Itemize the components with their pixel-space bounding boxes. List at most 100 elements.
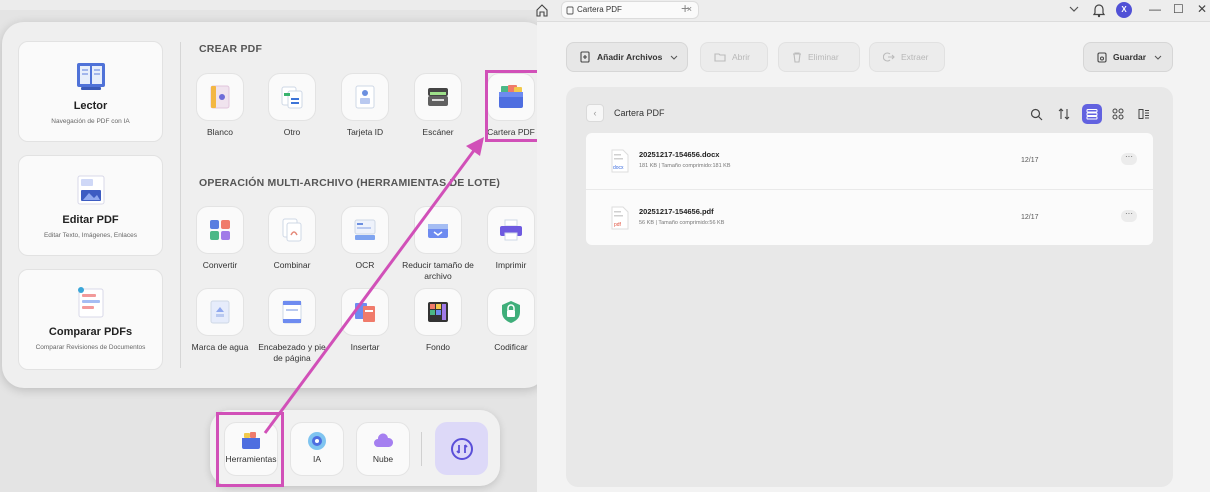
comparar-title: Comparar PDFs — [48, 326, 133, 338]
header-footer-icon — [282, 300, 302, 324]
bell-icon[interactable] — [1092, 2, 1106, 18]
tool-tile — [414, 288, 462, 336]
comparar-subtitle: Comparar Revisiones de Documentos — [35, 344, 146, 351]
herramientas-highlight — [216, 412, 284, 487]
tool-reducir[interactable]: Reducir tamaño de archivo — [402, 206, 474, 282]
extract-icon — [883, 52, 895, 62]
background-icon — [428, 302, 448, 322]
editar-subtitle: Editar Texto, Imágenes, Enlaces — [43, 232, 138, 239]
tool-label: Encabezado y pie de página — [258, 342, 326, 363]
tool-insertar[interactable]: Insertar — [329, 288, 401, 353]
extract-button[interactable]: Extraer — [869, 42, 945, 72]
tool-convertir[interactable]: Convertir — [184, 206, 256, 271]
window-maximize-button[interactable]: ☐ — [1173, 2, 1184, 16]
tool-label: Blanco — [207, 127, 233, 137]
compress-icon — [428, 224, 448, 238]
tool-fondo[interactable]: Fondo — [402, 288, 474, 353]
tool-tile — [268, 73, 316, 121]
tool-tile — [487, 288, 535, 336]
open-button[interactable]: Abrir — [700, 42, 768, 72]
tool-encabezado[interactable]: Encabezado y pie de página — [256, 288, 328, 364]
file-ext-label: pdf — [614, 222, 622, 228]
tool-tile — [268, 288, 316, 336]
save-label: Guardar — [1113, 52, 1147, 62]
cartera-highlight — [485, 70, 541, 142]
window-minimize-button[interactable]: — — [1149, 2, 1161, 16]
more-options-button[interactable]: ··· — [1121, 210, 1137, 222]
tool-tile — [341, 206, 389, 254]
new-tab-button[interactable]: + — [681, 0, 689, 16]
comparar-pdfs-card[interactable]: Comparar PDFs Comparar Revisiones de Doc… — [18, 269, 163, 370]
tool-label: Tarjeta ID — [346, 127, 384, 137]
sort-button[interactable] — [1054, 104, 1074, 124]
reader-icon — [76, 63, 105, 90]
dock-ia[interactable]: IA — [290, 422, 344, 476]
tool-label: Otro — [283, 127, 301, 137]
tool-tile — [341, 73, 389, 121]
search-icon — [1030, 108, 1042, 120]
file-list: docx 20251217-154656.docx 181 KB | Tamañ… — [586, 133, 1153, 245]
tool-tile — [414, 73, 462, 121]
insert-page-icon — [355, 303, 375, 322]
tool-tile — [268, 206, 316, 254]
tool-tarjeta-id[interactable]: Tarjeta ID — [329, 73, 401, 138]
folder-title: Cartera PDF — [614, 108, 665, 118]
tool-tile — [196, 73, 244, 121]
delete-button[interactable]: Eliminar — [778, 42, 860, 72]
editar-title: Editar PDF — [62, 214, 119, 226]
id-card-icon — [355, 85, 375, 109]
lector-subtitle: Navegación de PDF con IA — [51, 118, 130, 125]
file-row[interactable]: docx 20251217-154656.docx 181 KB | Tamañ… — [586, 133, 1153, 189]
file-name: 20251217-154656.pdf — [639, 207, 714, 216]
encrypt-shield-icon — [502, 301, 520, 323]
dock-label: Nube — [372, 454, 394, 464]
tool-marca-de-agua[interactable]: Marca de agua — [184, 288, 256, 353]
blank-pdf-icon — [210, 85, 230, 109]
dock-nube[interactable]: Nube — [356, 422, 410, 476]
back-button[interactable]: ‹ — [586, 104, 604, 122]
tool-label: Combinar — [273, 260, 311, 270]
add-files-label: Añadir Archivos — [597, 52, 663, 62]
tool-label: Escáner — [422, 127, 454, 137]
user-avatar[interactable]: X — [1116, 2, 1132, 18]
tool-combinar[interactable]: Combinar — [256, 206, 328, 271]
portfolio-content: ‹ Cartera PDF docx 20251217-154656.docx … — [566, 87, 1173, 487]
chevron-down-icon[interactable] — [1068, 3, 1080, 15]
tool-tile — [414, 206, 462, 254]
list-view-button[interactable] — [1082, 104, 1102, 124]
edit-pdf-icon — [77, 175, 104, 205]
save-button[interactable]: Guardar — [1083, 42, 1173, 72]
file-row[interactable]: pdf 20251217-154656.pdf 56 KB | Tamaño c… — [586, 189, 1153, 245]
tab-label: Cartera PDF — [577, 5, 622, 14]
add-files-button[interactable]: Añadir Archivos — [566, 42, 688, 72]
top-strip — [0, 0, 537, 10]
pdf-file-icon: pdf — [611, 206, 629, 230]
tool-ocr[interactable]: OCR — [329, 206, 401, 271]
tool-tile — [487, 206, 535, 254]
convert-icon — [210, 220, 230, 240]
detail-view-button[interactable] — [1134, 104, 1154, 124]
tool-escaner[interactable]: Escáner — [402, 73, 474, 138]
ai-icon — [308, 432, 326, 450]
tool-label: Reducir tamaño de archivo — [402, 260, 474, 281]
home-icon[interactable] — [535, 3, 549, 17]
editar-pdf-card[interactable]: Editar PDF Editar Texto, Imágenes, Enlac… — [18, 155, 163, 256]
folder-icon — [714, 53, 726, 62]
dock-sync-button[interactable] — [435, 422, 488, 475]
more-options-button[interactable]: ··· — [1121, 153, 1137, 165]
lector-card[interactable]: Lector Navegación de PDF con IA — [18, 41, 163, 142]
open-label: Abrir — [732, 52, 750, 62]
tool-label: Marca de agua — [191, 342, 249, 352]
tool-otro[interactable]: Otro — [256, 73, 328, 138]
file-date: 12/17 — [1021, 157, 1039, 164]
tool-blanco[interactable]: Blanco — [184, 73, 256, 138]
crear-pdf-heading: CREAR PDF — [199, 43, 263, 55]
window-close-button[interactable]: ✕ — [1197, 2, 1207, 16]
sync-icon — [450, 437, 473, 460]
file-ext-label: docx — [613, 165, 624, 171]
search-button[interactable] — [1026, 104, 1046, 124]
tab-cartera-pdf[interactable]: Cartera PDF × — [561, 1, 699, 19]
grid-view-button[interactable] — [1108, 104, 1128, 124]
other-format-icon — [281, 86, 303, 109]
sort-icon — [1058, 108, 1070, 120]
